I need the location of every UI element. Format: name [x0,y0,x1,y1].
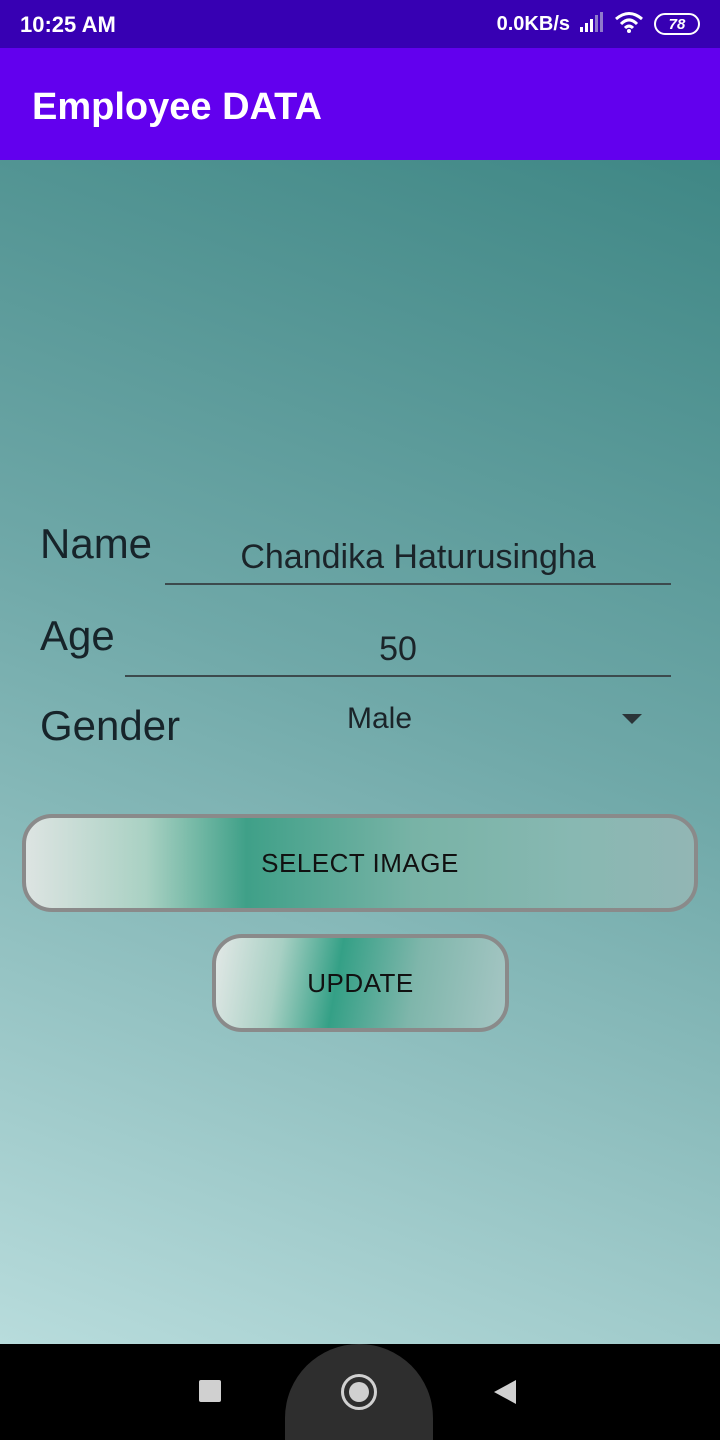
update-label: UPDATE [307,967,414,998]
wifi-icon [614,11,644,38]
dropdown-arrow-icon[interactable] [622,714,642,724]
network-speed: 0.0KB/s [496,12,570,35]
age-field-underline [125,675,671,677]
battery-icon: 78 [654,13,700,35]
status-bar: 10:25 AM 0.0KB/s 78 [0,0,720,48]
app-bar: Employee DATA [0,48,720,160]
select-image-label: SELECT IMAGE [261,847,459,878]
gender-selected-value[interactable]: Male [347,702,412,736]
recents-icon[interactable] [199,1380,221,1402]
name-field-value[interactable]: Chandika Haturusingha [165,538,671,577]
home-icon-dot [349,1382,369,1402]
navigation-bar [0,1344,720,1440]
back-icon[interactable] [494,1380,516,1404]
age-label: Age [40,612,115,659]
status-time: 10:25 AM [20,12,116,37]
name-field-underline [165,583,671,585]
update-button[interactable]: UPDATE [212,934,509,1032]
signal-icon [580,11,604,37]
home-icon[interactable] [341,1374,377,1410]
form-screen: Name Chandika Haturusingha Age 50 Gender… [0,160,720,1344]
select-image-button[interactable]: SELECT IMAGE [22,814,698,912]
name-label: Name [40,520,153,567]
gender-label: Gender [40,702,181,749]
status-icons: 0.0KB/s 78 [497,10,700,38]
page-title: Employee DATA [32,86,322,128]
age-field-value[interactable]: 50 [125,630,671,669]
